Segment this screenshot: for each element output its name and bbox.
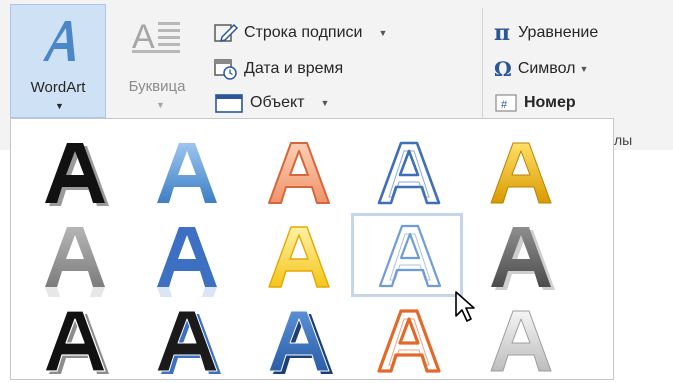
letter-a-icon [377,309,441,373]
wordart-style-blue-outline[interactable] [353,133,461,215]
chevron-down-icon: ▼ [320,98,330,108]
calendar-clock-icon [214,59,237,80]
chevron-down-icon: ▼ [156,100,165,110]
wordart-style-gold-gradient[interactable] [465,133,573,215]
wordart-style-gray-reflection[interactable] [19,217,127,299]
chevron-down-icon: ▼ [378,28,388,38]
object-button[interactable]: Объект ▼ [214,90,329,116]
date-time-button[interactable]: Дата и время [214,56,343,82]
letter-a-icon [45,143,109,206]
wordart-style-yellow-gradient[interactable] [243,217,351,299]
letter-a-icon [44,310,109,374]
wordart-style-blue-reflection[interactable] [131,217,239,299]
letter-a-icon [45,227,105,297]
dropcap-button[interactable]: A Буквица ▼ [108,4,206,118]
chevron-down-icon: ▼ [55,101,64,111]
group-separator [482,8,483,120]
document-area [614,150,673,380]
letter-a-icon [268,310,333,374]
object-frame-icon [215,94,243,113]
letter-a-icon [378,224,442,288]
wordart-style-black-shadow[interactable] [19,133,127,215]
chevron-down-icon: ▼ [579,64,589,74]
letter-a-icon [268,142,330,204]
dropcap-label: Буквица [128,78,186,95]
signature-pen-icon [214,23,238,43]
wordart-style-orange-outline[interactable] [243,133,351,215]
group-label: лы [614,132,633,148]
number-icon: # [495,94,517,112]
letter-a-icon [156,310,221,374]
wordart-style-blue-bold[interactable] [243,301,351,383]
symbol-label: Символ [517,60,576,77]
wordart-style-black-blue-shadow[interactable] [131,301,239,383]
mouse-cursor-icon [455,291,475,322]
wordart-gallery [10,118,614,380]
letter-a-icon [490,142,552,204]
date-time-label: Дата и время [244,60,344,77]
equation-button[interactable]: π Уравнение [494,20,598,46]
wordart-button[interactable]: WordArt ▼ [10,4,106,118]
wordart-style-orange-outline-bold[interactable] [353,301,461,383]
wordart-style-silver-gradient[interactable] [465,301,573,383]
signature-line-button[interactable]: Строка подписи ▼ [214,20,387,46]
letter-a-icon [268,226,330,288]
number-label: Номер [524,94,576,111]
dropcap-icon: A [132,18,180,56]
equation-label: Уравнение [518,24,599,41]
letter-a-icon [157,227,217,297]
letter-a-icon [490,310,552,372]
letter-a-icon [377,141,441,205]
signature-line-label: Строка подписи [244,24,363,41]
wordart-style-black-bold-shadow[interactable] [19,301,127,383]
letter-a-icon [157,143,217,203]
wordart-style-blue-gradient[interactable] [131,133,239,215]
pi-icon: π [494,20,511,46]
wordart-style-dark-gray-3d[interactable] [465,217,573,299]
wordart-label: WordArt [30,79,86,96]
object-label: Объект [250,94,305,111]
wordart-style-light-blue-outline[interactable] [351,213,463,297]
svg-text:#: # [501,99,508,111]
number-button[interactable]: # Номер [494,90,576,116]
letter-a-icon [491,227,555,290]
symbol-button[interactable]: Ω Символ ▼ [494,56,588,82]
omega-icon: Ω [494,57,512,81]
wordart-icon [43,21,75,61]
